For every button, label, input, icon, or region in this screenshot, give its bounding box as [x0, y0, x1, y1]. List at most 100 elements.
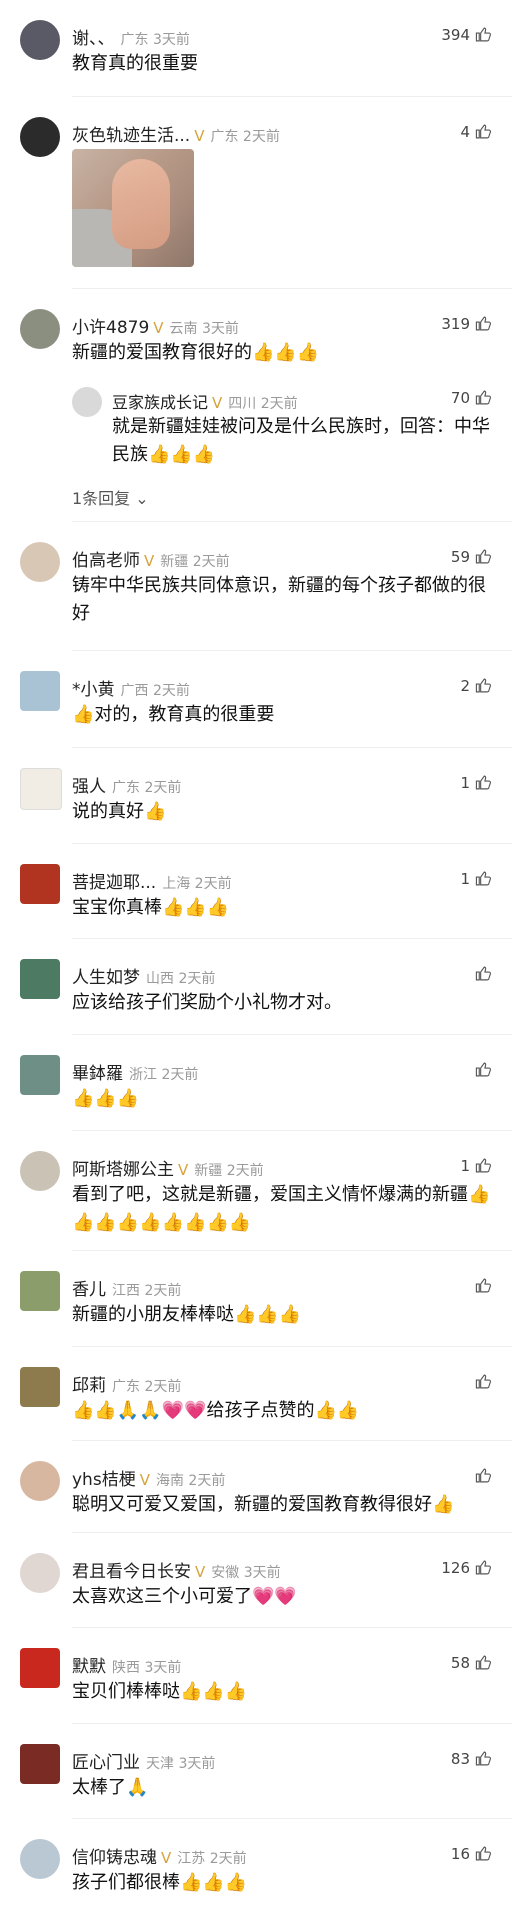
like-button[interactable]: 2: [460, 677, 492, 695]
username[interactable]: 菩提迦耶... 上海 2天前: [72, 868, 232, 893]
username-text[interactable]: 菩提迦耶...: [72, 873, 156, 893]
username[interactable]: 谢、、 广东 3天前: [72, 24, 190, 49]
thumbs-up-icon[interactable]: [475, 677, 492, 694]
location-time: 江苏 2天前: [177, 1851, 247, 1867]
username-text[interactable]: yhs桔梗: [72, 1470, 136, 1490]
comment-item: 邱莉 广东 2天前 👍👍🙏🙏💗💗给孩子点赞的👍👍: [0, 1347, 512, 1443]
thumbs-up-icon[interactable]: [475, 26, 492, 43]
like-button[interactable]: 4: [460, 123, 492, 141]
username[interactable]: 匠心门业 天津 3天前: [72, 1748, 215, 1773]
avatar[interactable]: [20, 768, 62, 810]
thumbs-up-icon[interactable]: [475, 965, 492, 982]
avatar[interactable]: [20, 1839, 60, 1879]
username-text[interactable]: 畢鉢羅: [72, 1064, 123, 1084]
thumbs-up-icon[interactable]: [475, 315, 492, 332]
username-text[interactable]: 谢、、: [72, 29, 115, 49]
like-button[interactable]: [470, 1467, 492, 1485]
like-button[interactable]: [470, 965, 492, 983]
like-button[interactable]: 59: [451, 548, 492, 566]
username[interactable]: *小黄 广西 2天前: [72, 675, 190, 700]
username[interactable]: yhs桔梗 Ⅴ 海南 2天前: [72, 1465, 225, 1490]
like-count: 126: [441, 1559, 470, 1577]
like-button[interactable]: 394: [441, 26, 492, 44]
thumbs-up-icon[interactable]: [475, 1654, 492, 1671]
thumbs-up-icon[interactable]: [475, 774, 492, 791]
like-button[interactable]: 1: [460, 870, 492, 888]
location-time: 江西 2天前: [112, 1283, 182, 1299]
username[interactable]: 君且看今日长安 Ⅴ 安徽 3天前: [72, 1557, 281, 1582]
like-button[interactable]: 16: [451, 1845, 492, 1863]
avatar[interactable]: [20, 117, 60, 157]
avatar[interactable]: [20, 1055, 60, 1095]
avatar[interactable]: [20, 309, 60, 349]
like-button[interactable]: 1: [460, 774, 492, 792]
like-button[interactable]: 126: [441, 1559, 492, 1577]
username-text[interactable]: *小黄: [72, 680, 115, 700]
reply-avatar[interactable]: [72, 387, 102, 417]
avatar[interactable]: [20, 959, 60, 999]
avatar[interactable]: [20, 671, 60, 711]
username-text[interactable]: 君且看今日长安: [72, 1562, 191, 1582]
thumbs-up-icon[interactable]: [475, 1277, 492, 1294]
reply-username[interactable]: 豆家族成长记 Ⅴ 四川 2天前: [112, 389, 298, 413]
thumbs-up-icon[interactable]: [475, 1061, 492, 1078]
comment-image[interactable]: [72, 149, 194, 267]
avatar[interactable]: [20, 1151, 60, 1191]
reply-username-text[interactable]: 豆家族成长记: [112, 393, 208, 412]
username[interactable]: 灰色轨迹生活... Ⅴ 广东 2天前: [72, 121, 280, 146]
expand-replies-button[interactable]: 1条回复 ⌄: [72, 485, 149, 509]
avatar[interactable]: [20, 542, 60, 582]
avatar[interactable]: [20, 1271, 60, 1311]
username[interactable]: 畢鉢羅 浙江 2天前: [72, 1059, 198, 1084]
like-button[interactable]: 319: [441, 315, 492, 333]
thumbs-up-icon[interactable]: [475, 870, 492, 887]
thumbs-up-icon[interactable]: [475, 1750, 492, 1767]
avatar[interactable]: [20, 1553, 60, 1593]
username[interactable]: 伯高老师 Ⅴ 新疆 2天前: [72, 546, 230, 571]
expand-replies-label[interactable]: 1条回复: [72, 489, 130, 508]
thumbs-up-icon[interactable]: [475, 1373, 492, 1390]
reply-like-button[interactable]: 70: [451, 389, 492, 407]
like-count: 16: [450, 1845, 470, 1863]
username-text[interactable]: 香儿: [72, 1280, 106, 1300]
avatar[interactable]: [20, 1648, 60, 1688]
username[interactable]: 强人 广东 2天前: [72, 772, 181, 797]
username[interactable]: 人生如梦 山西 2天前: [72, 963, 215, 988]
username-text[interactable]: 信仰铸忠魂: [72, 1848, 157, 1868]
username[interactable]: 邱莉 广东 2天前: [72, 1371, 181, 1396]
avatar[interactable]: [20, 1744, 60, 1784]
thumbs-up-icon[interactable]: [475, 1467, 492, 1484]
chevron-down-icon[interactable]: ⌄: [130, 489, 148, 508]
avatar[interactable]: [20, 20, 60, 60]
like-button[interactable]: [470, 1277, 492, 1295]
thumbs-up-icon[interactable]: [475, 548, 492, 565]
username[interactable]: 小许4879 Ⅴ 云南 3天前: [72, 313, 239, 338]
like-button[interactable]: 1: [460, 1157, 492, 1175]
username-text[interactable]: 伯高老师: [72, 551, 140, 571]
username-text[interactable]: 强人: [72, 777, 106, 797]
like-button[interactable]: 58: [451, 1654, 492, 1672]
username-text[interactable]: 阿斯塔娜公主: [72, 1160, 174, 1180]
username[interactable]: 默默 陕西 3天前: [72, 1652, 181, 1677]
username[interactable]: 香儿 江西 2天前: [72, 1275, 181, 1300]
like-button[interactable]: [470, 1373, 492, 1391]
username-text[interactable]: 匠心门业: [72, 1753, 140, 1773]
thumbs-up-icon[interactable]: [475, 123, 492, 140]
like-button[interactable]: [470, 1061, 492, 1079]
username[interactable]: 阿斯塔娜公主 Ⅴ 新疆 2天前: [72, 1155, 264, 1180]
username-text[interactable]: 小许4879: [72, 318, 149, 338]
username-text[interactable]: 默默: [72, 1657, 106, 1677]
thumbs-up-icon[interactable]: [475, 1559, 492, 1576]
avatar[interactable]: [20, 1461, 60, 1501]
username-text[interactable]: 人生如梦: [72, 968, 140, 988]
reply-text: 就是新疆娃娃被问及是什么民族时，回答：中华民族👍👍👍: [112, 416, 490, 465]
avatar[interactable]: [20, 864, 60, 904]
avatar[interactable]: [20, 1367, 60, 1407]
thumbs-up-icon[interactable]: [475, 1845, 492, 1862]
like-button[interactable]: 83: [451, 1750, 492, 1768]
username[interactable]: 信仰铸忠魂 Ⅴ 江苏 2天前: [72, 1843, 247, 1868]
thumbs-up-icon[interactable]: [475, 1157, 492, 1174]
username-text[interactable]: 邱莉: [72, 1376, 106, 1396]
thumbs-up-icon[interactable]: [475, 389, 492, 406]
username-text[interactable]: 灰色轨迹生活...: [72, 126, 190, 146]
